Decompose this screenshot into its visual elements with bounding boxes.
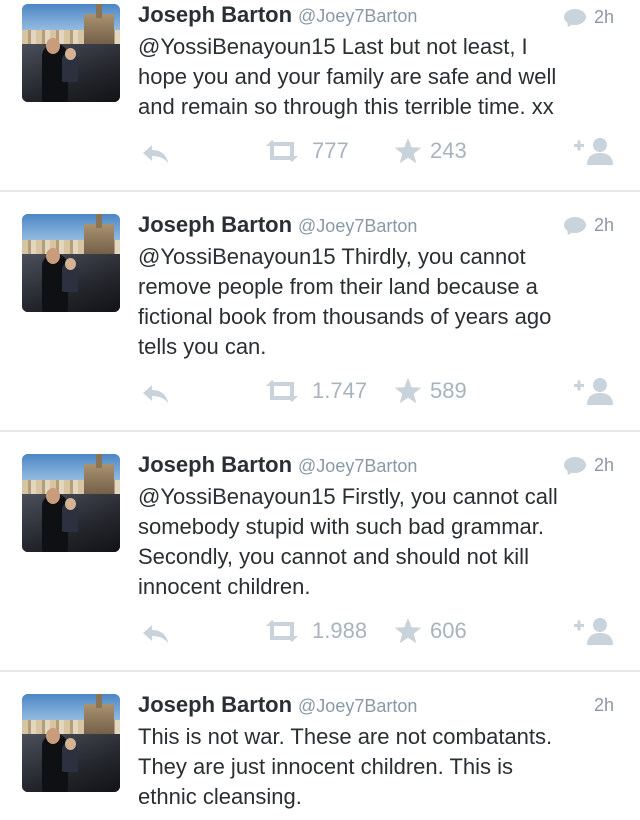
author-display-name[interactable]: Joseph Barton — [138, 212, 292, 237]
speech-bubble-icon — [563, 8, 586, 29]
tweet-text: @YossiBenayoun15 Thirdly, you cannot rem… — [138, 244, 552, 359]
retweet-icon — [266, 620, 298, 642]
avatar[interactable] — [22, 694, 120, 792]
tweet-meta: 2h — [563, 454, 614, 477]
author-handle[interactable]: @Joey7Barton — [298, 456, 417, 476]
avatar[interactable] — [22, 214, 120, 312]
retweet-icon — [266, 140, 298, 162]
tweet-timestamp: 2h — [593, 454, 614, 475]
star-icon — [394, 138, 422, 164]
tweet-timestamp: 2h — [593, 694, 614, 715]
speech-bubble-icon — [563, 456, 586, 477]
author-display-name[interactable]: Joseph Barton — [138, 692, 292, 717]
tweet-item[interactable]: Joseph Barton @Joey7Barton 2h @YossiBenay… — [0, 192, 640, 430]
author-display-name[interactable]: Joseph Barton — [138, 2, 292, 27]
favorite-button[interactable]: 589 — [394, 376, 467, 406]
tweet-item[interactable]: Joseph Barton @Joey7Barton 2h This is not… — [0, 672, 640, 820]
tweet-meta: 2h — [563, 214, 614, 237]
author-display-name[interactable]: Joseph Barton — [138, 452, 292, 477]
retweet-icon — [266, 380, 298, 402]
tweet-text: @YossiBenayoun15 Last but not least, I h… — [138, 34, 557, 119]
tweet-actions: 1.988 606 — [0, 616, 640, 646]
tweet-text: @YossiBenayoun15 Firstly, you cannot cal… — [138, 484, 558, 599]
tweet-text: This is not war. These are not combatant… — [138, 724, 553, 809]
retweet-count: 1.988 — [312, 618, 368, 643]
tweet-actions: 777 243 — [0, 136, 640, 166]
tweet-feed: Joseph Barton @Joey7Barton 2h @YossiBenay… — [0, 0, 640, 820]
speech-bubble-icon — [563, 216, 586, 237]
retweet-count: 1.747 — [312, 378, 368, 403]
retweet-button[interactable]: 1.747 — [262, 376, 367, 406]
reply-arrow-icon[interactable] — [140, 382, 170, 404]
author-name[interactable]: Joseph Barton @Joey7Barton — [138, 212, 417, 238]
avatar[interactable] — [22, 454, 120, 552]
retweet-count: 777 — [312, 138, 349, 163]
tweet-meta: 2h — [563, 6, 614, 29]
reply-arrow-icon[interactable] — [140, 622, 170, 644]
author-handle[interactable]: @Joey7Barton — [298, 216, 417, 236]
tweet-item[interactable]: Joseph Barton @Joey7Barton 2h @YossiBenay… — [0, 432, 640, 670]
tweet-actions: 1.747 589 — [0, 376, 640, 406]
favorite-button[interactable]: 243 — [394, 136, 467, 166]
favorite-count: 243 — [430, 138, 467, 163]
follow-user-icon[interactable] — [572, 376, 618, 406]
favorite-button[interactable]: 606 — [394, 616, 467, 646]
retweet-button[interactable]: 1.988 — [262, 616, 367, 646]
tweet-timestamp: 2h — [593, 6, 614, 27]
favorite-count: 589 — [430, 378, 467, 403]
tweet-item[interactable]: Joseph Barton @Joey7Barton 2h @YossiBenay… — [0, 0, 640, 190]
author-handle[interactable]: @Joey7Barton — [298, 696, 417, 716]
reply-arrow-icon[interactable] — [140, 142, 170, 164]
star-icon — [394, 378, 422, 404]
follow-user-icon[interactable] — [572, 616, 618, 646]
tweet-timestamp: 2h — [593, 214, 614, 235]
avatar[interactable] — [22, 4, 120, 102]
follow-user-icon[interactable] — [572, 136, 618, 166]
author-name[interactable]: Joseph Barton @Joey7Barton — [138, 452, 417, 478]
author-name[interactable]: Joseph Barton @Joey7Barton — [138, 692, 417, 718]
tweet-meta: 2h — [594, 694, 614, 716]
author-name[interactable]: Joseph Barton @Joey7Barton — [138, 2, 417, 28]
author-handle[interactable]: @Joey7Barton — [298, 6, 417, 26]
retweet-button[interactable]: 777 — [262, 136, 349, 166]
star-icon — [394, 618, 422, 644]
favorite-count: 606 — [430, 618, 467, 643]
